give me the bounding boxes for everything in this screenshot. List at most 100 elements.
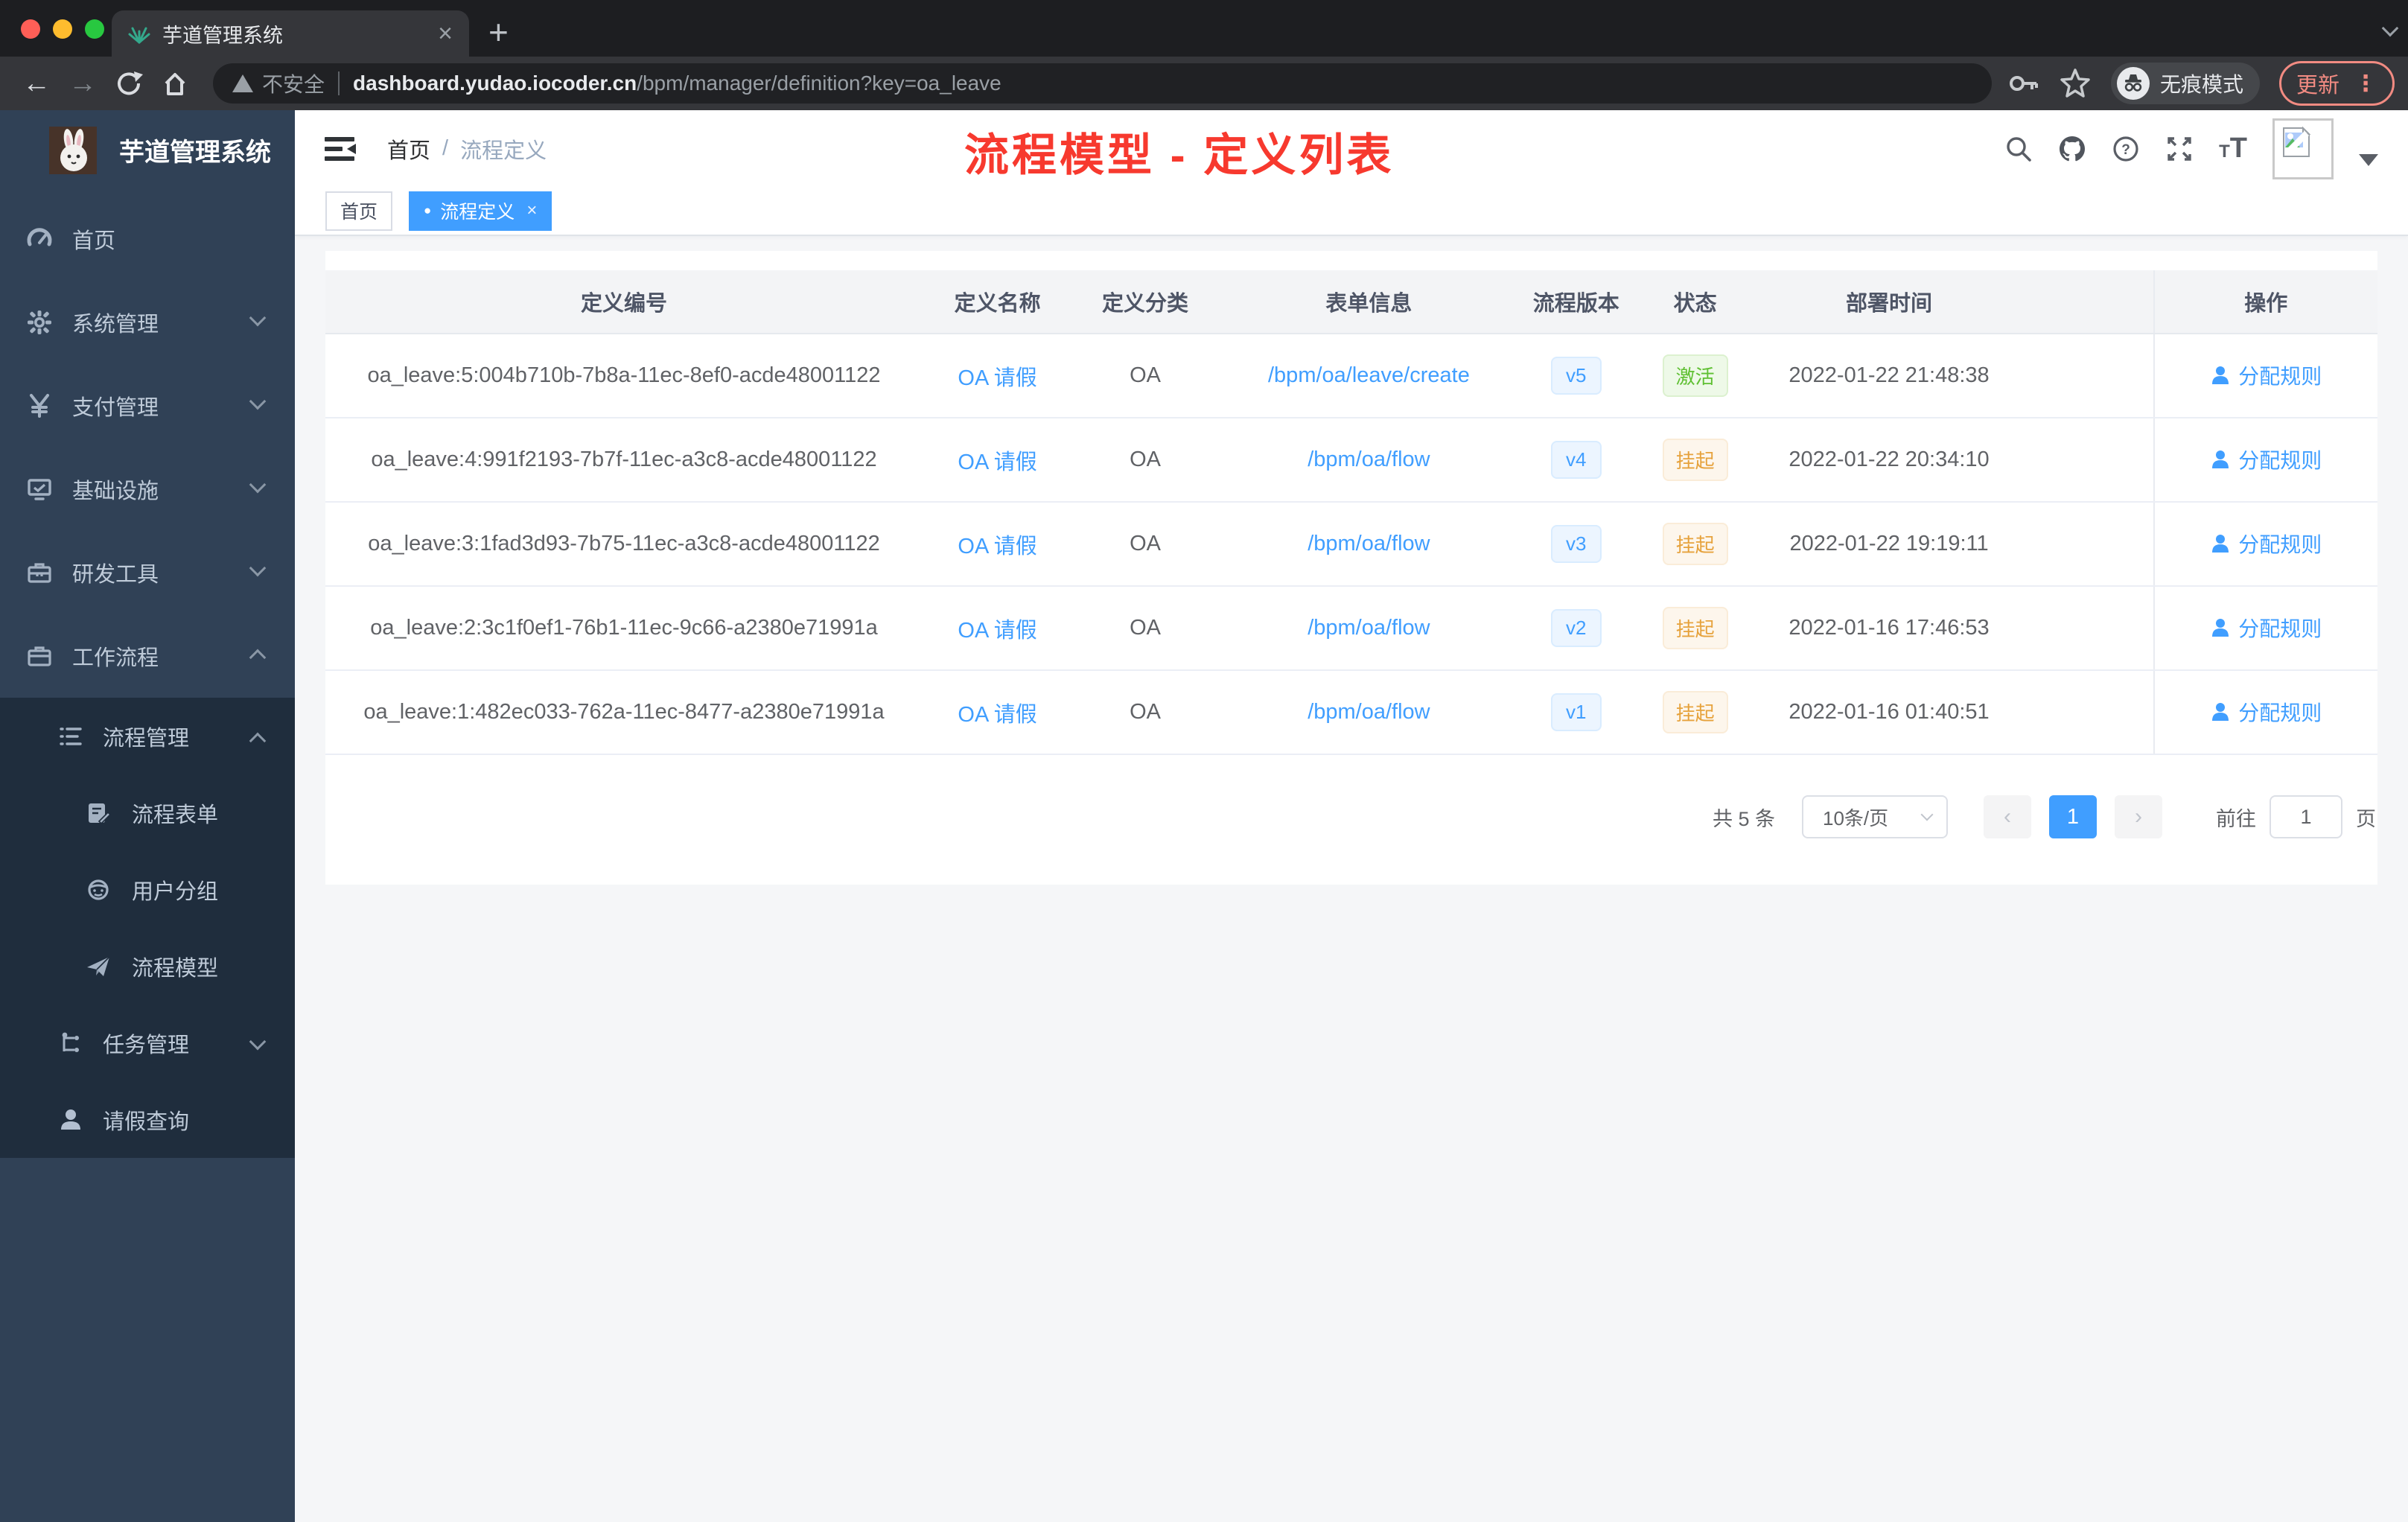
- deploy-time: 2022-01-22 20:34:10: [1757, 418, 2021, 503]
- url-path: /bpm/manager/definition?key=oa_leave: [637, 71, 1001, 95]
- password-key-icon[interactable]: [2007, 67, 2039, 100]
- form-link[interactable]: /bpm/oa/flow: [1307, 700, 1430, 724]
- definition-category: OA: [1072, 586, 1218, 671]
- browser-tab[interactable]: 芋道管理系统 ×: [112, 10, 469, 57]
- browser-update-button[interactable]: 更新 ⋮: [2278, 61, 2395, 106]
- form-link[interactable]: /bpm/oa/flow: [1307, 616, 1430, 640]
- browser-toolbar: ← → 不安全 dashboard.yudao.iocoder.cn/bpm/m…: [0, 57, 2408, 110]
- breadcrumb-current: 流程定义: [460, 138, 547, 163]
- pagination-total: 共 5 条: [1712, 807, 1775, 830]
- window-controls[interactable]: [21, 19, 104, 39]
- paper-plane-icon: [87, 955, 110, 976]
- definition-name-link[interactable]: OA 请假: [958, 703, 1036, 727]
- app-root: 芋道管理系统 首页 系统管理 支付管理 基础设施 研发工具 工作流程 流程管理 …: [0, 110, 2408, 1522]
- tag-process-definition[interactable]: ● 流程定义 ×: [409, 191, 552, 231]
- github-icon[interactable]: [2058, 135, 2086, 163]
- minimize-window-button[interactable]: [53, 19, 72, 39]
- form-link[interactable]: /bpm/oa/flow: [1307, 448, 1430, 471]
- version-badge: v5: [1551, 357, 1602, 395]
- definition-name-link[interactable]: OA 请假: [958, 619, 1036, 643]
- table-row: oa_leave:5:004b710b-7b8a-11ec-8ef0-acde4…: [325, 334, 2377, 418]
- version-badge: v4: [1551, 441, 1602, 479]
- assign-rule-link[interactable]: 分配规则: [2210, 697, 2322, 727]
- sidebar-item-payment[interactable]: 支付管理: [0, 364, 295, 448]
- avatar-dropdown-caret-icon[interactable]: [2359, 153, 2378, 166]
- list-icon: [60, 727, 82, 745]
- col-definition-category: 定义分类: [1072, 270, 1218, 334]
- sidebar-item-dev-tools[interactable]: 研发工具: [0, 531, 295, 614]
- sidebar-collapse-icon[interactable]: [325, 136, 356, 162]
- assign-rule-link[interactable]: 分配规则: [2210, 613, 2322, 643]
- person-icon: [61, 1109, 80, 1130]
- definition-category: OA: [1072, 670, 1218, 755]
- forward-icon[interactable]: →: [60, 68, 106, 100]
- sidebar-item-process-model[interactable]: 流程模型: [0, 928, 295, 1004]
- page-size-select[interactable]: 10条/页: [1802, 795, 1948, 838]
- tree-icon: [62, 1032, 79, 1052]
- sidebar-menu: 首页 系统管理 支付管理 基础设施 研发工具 工作流程 流程管理 流程表单 用户…: [0, 190, 295, 1158]
- form-link[interactable]: /bpm/oa/flow: [1307, 532, 1430, 555]
- gutter-cell: [2020, 418, 2154, 503]
- definition-id: oa_leave:2:3c1f0ef1-76b1-11ec-9c66-a2380…: [325, 586, 923, 671]
- back-icon[interactable]: ←: [13, 68, 60, 100]
- annotation-title: 流程模型 - 定义列表: [964, 130, 1395, 180]
- definition-category: OA: [1072, 502, 1218, 587]
- form-link[interactable]: /bpm/oa/leave/create: [1268, 363, 1470, 387]
- chevron-down-icon: [249, 392, 267, 410]
- reload-icon[interactable]: [106, 69, 152, 98]
- avatar[interactable]: [2272, 118, 2334, 179]
- tab-search-icon[interactable]: [2381, 19, 2399, 37]
- assign-rule-link[interactable]: 分配规则: [2210, 445, 2322, 474]
- close-window-button[interactable]: [21, 19, 40, 39]
- col-definition-id: 定义编号: [325, 270, 923, 334]
- address-bar[interactable]: 不安全 dashboard.yudao.iocoder.cn/bpm/manag…: [213, 63, 1992, 104]
- sidebar-item-workflow[interactable]: 工作流程: [0, 614, 295, 698]
- pagination: 共 5 条 10条/页 ‹ 1 › 前往 页: [325, 795, 2377, 838]
- tab-close-icon[interactable]: ×: [438, 21, 453, 46]
- col-deploy-time: 部署时间: [1757, 270, 2021, 334]
- fullscreen-icon[interactable]: [2165, 135, 2194, 163]
- col-process-version: 流程版本: [1519, 270, 1633, 334]
- sidebar-item-home[interactable]: 首页: [0, 197, 295, 281]
- incognito-label: 无痕模式: [2159, 73, 2243, 96]
- help-icon[interactable]: ?: [2112, 135, 2140, 163]
- browser-menu-icon[interactable]: ⋮: [2354, 71, 2377, 97]
- sidebar-item-infrastructure[interactable]: 基础设施: [0, 448, 295, 531]
- tag-close-icon[interactable]: ×: [526, 200, 537, 221]
- bookmark-star-icon[interactable]: [2059, 67, 2092, 100]
- sidebar-item-task-management[interactable]: 任务管理: [0, 1004, 295, 1081]
- goto-label: 前往: [2216, 807, 2256, 830]
- sidebar-item-leave-query[interactable]: 请假查询: [0, 1081, 295, 1158]
- home-icon[interactable]: [152, 69, 198, 98]
- toolbox-icon: [28, 563, 51, 583]
- plant-favicon-icon: [128, 27, 150, 44]
- sidebar-logo[interactable]: 芋道管理系统: [0, 110, 295, 190]
- assign-rule-link[interactable]: 分配规则: [2210, 360, 2322, 390]
- prev-page-button[interactable]: ‹: [1984, 795, 2031, 838]
- update-label[interactable]: 更新: [2296, 68, 2339, 99]
- definition-name-link[interactable]: OA 请假: [958, 366, 1036, 390]
- goto-page-input[interactable]: [2270, 795, 2342, 838]
- sidebar-item-process-management[interactable]: 流程管理: [0, 698, 295, 774]
- current-page-button[interactable]: 1: [2049, 795, 2097, 838]
- search-icon[interactable]: [2004, 135, 2033, 163]
- new-tab-button[interactable]: +: [488, 12, 509, 52]
- sidebar-item-user-group[interactable]: 用户分组: [0, 851, 295, 928]
- definition-name-link[interactable]: OA 请假: [958, 535, 1036, 558]
- font-size-icon[interactable]: TT: [2219, 133, 2247, 165]
- sidebar-item-system[interactable]: 系统管理: [0, 281, 295, 364]
- zoom-window-button[interactable]: [85, 19, 104, 39]
- sidebar-item-process-form[interactable]: 流程表单: [0, 774, 295, 851]
- next-page-button[interactable]: ›: [2115, 795, 2162, 838]
- page-unit-label: 页: [2356, 807, 2376, 830]
- tag-home[interactable]: 首页: [325, 191, 393, 231]
- definition-name-link[interactable]: OA 请假: [958, 450, 1036, 474]
- assign-rule-link[interactable]: 分配规则: [2210, 529, 2322, 558]
- breadcrumb-home[interactable]: 首页: [387, 133, 430, 165]
- deploy-time: 2022-01-16 17:46:53: [1757, 586, 2021, 671]
- active-dot-icon: ●: [424, 203, 432, 217]
- chevron-down-icon: [249, 476, 267, 494]
- gutter-cell: [2020, 502, 2154, 587]
- gauge-icon: [27, 228, 52, 246]
- not-secure-label[interactable]: 不安全: [262, 69, 325, 98]
